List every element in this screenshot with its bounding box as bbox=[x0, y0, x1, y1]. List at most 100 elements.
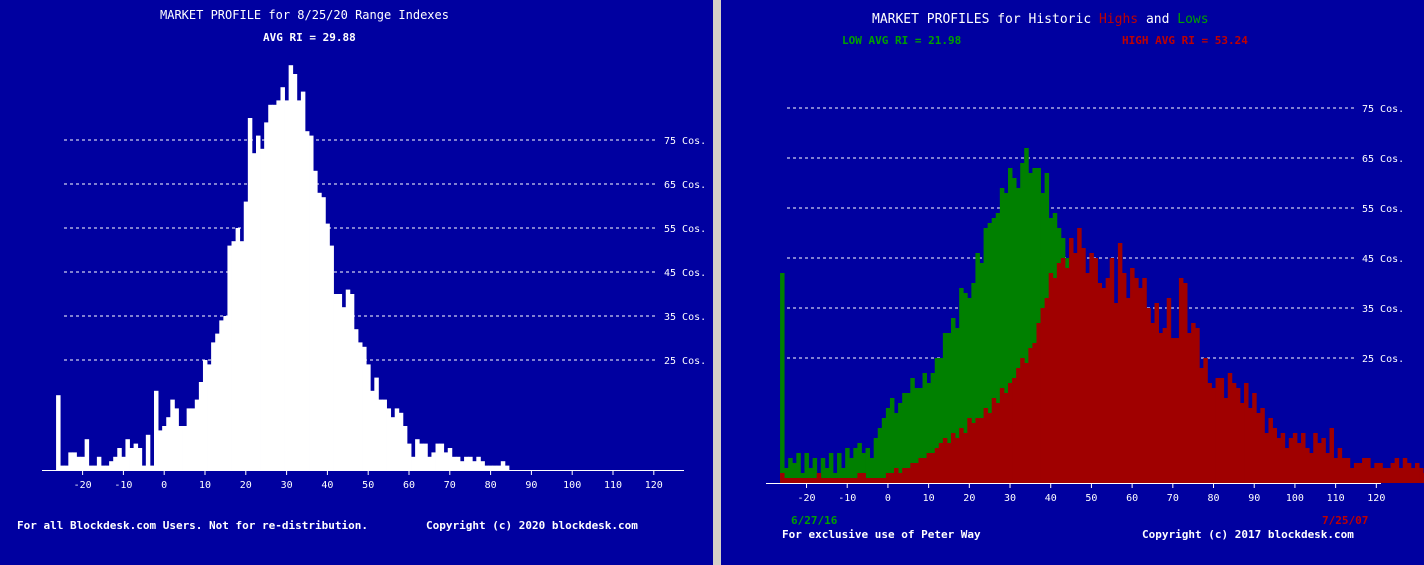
bar-series0-49 bbox=[256, 135, 261, 470]
bar-highs-52 bbox=[991, 398, 997, 483]
bar-series0-29 bbox=[174, 408, 179, 470]
bar-highs-10 bbox=[820, 478, 826, 483]
bar-series0-104 bbox=[480, 461, 485, 470]
bar-series0-84 bbox=[398, 412, 404, 470]
bar-series0-96 bbox=[447, 448, 453, 470]
bar-highs-99 bbox=[1183, 283, 1188, 483]
bar-series0-60 bbox=[300, 91, 306, 470]
bar-highs-145 bbox=[1370, 468, 1375, 483]
bar-highs-127 bbox=[1296, 443, 1302, 483]
bar-lows-27 bbox=[889, 398, 895, 483]
bar-highs-54 bbox=[999, 388, 1005, 483]
bar-highs-130 bbox=[1309, 453, 1314, 483]
bar-highs-55 bbox=[1003, 393, 1009, 483]
low-date-label: 6/27/16 bbox=[791, 514, 838, 527]
bar-highs-157 bbox=[1419, 468, 1424, 483]
bar-series0-70 bbox=[341, 307, 347, 470]
y-tick-label-35: 35 Cos. bbox=[1362, 304, 1404, 315]
y-tick-label-45: 45 Cos. bbox=[1362, 254, 1404, 265]
bar-highs-133 bbox=[1321, 438, 1326, 483]
bar-highs-101 bbox=[1191, 323, 1196, 483]
bar-highs-142 bbox=[1358, 463, 1363, 483]
bar-series0-89 bbox=[419, 443, 424, 470]
bar-series0-82 bbox=[390, 417, 396, 470]
bar-highs-151 bbox=[1394, 458, 1400, 483]
bar-series0-26 bbox=[162, 426, 167, 470]
bar-series0-45 bbox=[239, 241, 245, 470]
bar-highs-148 bbox=[1382, 468, 1387, 483]
bar-highs-113 bbox=[1239, 403, 1245, 483]
y-tick-label-65: 65 Cos. bbox=[664, 180, 706, 191]
bar-highs-38 bbox=[934, 448, 940, 483]
bar-lows-16 bbox=[845, 448, 850, 483]
bar-highs-36 bbox=[926, 453, 932, 483]
bar-highs-11 bbox=[824, 478, 830, 483]
x-tick-label-120: 120 bbox=[645, 480, 663, 491]
bar-highs-70 bbox=[1064, 268, 1070, 483]
right-footer-notice: For exclusive use of Peter Way bbox=[782, 528, 981, 541]
bar-series0-83 bbox=[394, 408, 400, 470]
bar-series0-105 bbox=[484, 465, 489, 470]
bar-series0-72 bbox=[349, 294, 355, 470]
y-tick-label-75: 75 Cos. bbox=[664, 136, 706, 147]
bar-highs-75 bbox=[1085, 273, 1090, 483]
bar-series0-20 bbox=[137, 448, 143, 470]
bar-series0-11 bbox=[100, 465, 106, 470]
bar-highs-25 bbox=[881, 478, 887, 483]
bar-highs-66 bbox=[1048, 273, 1054, 483]
x-tick-label-50: 50 bbox=[362, 480, 374, 491]
bar-series0-81 bbox=[386, 408, 392, 470]
bar-highs-112 bbox=[1235, 388, 1241, 483]
y-tick-label-65: 65 Cos. bbox=[1362, 154, 1404, 165]
bar-highs-27 bbox=[889, 473, 895, 483]
bar-highs-62 bbox=[1032, 343, 1037, 483]
x-tick-label-40: 40 bbox=[1045, 493, 1057, 504]
bar-series0-8 bbox=[88, 465, 94, 470]
bar-lows-29 bbox=[898, 403, 903, 483]
x-tick-label-60: 60 bbox=[1126, 493, 1138, 504]
bar-highs-40 bbox=[942, 438, 948, 483]
bar-highs-14 bbox=[837, 478, 842, 483]
right-histogram: 25 Cos. 35 Cos. 45 Cos. 55 Cos. 65 Cos. 75 Co… bbox=[766, 104, 1424, 504]
bar-highs-84 bbox=[1121, 273, 1127, 483]
bar-series0-66 bbox=[325, 223, 330, 470]
bar-highs-102 bbox=[1195, 328, 1200, 483]
bar-series0-38 bbox=[211, 342, 216, 470]
bar-highs-91 bbox=[1150, 323, 1155, 483]
bar-highs-53 bbox=[995, 403, 1001, 483]
bar-highs-114 bbox=[1244, 383, 1249, 483]
bar-series0-67 bbox=[329, 245, 334, 470]
bar-highs-50 bbox=[983, 408, 989, 483]
left-histogram: 25 Cos. 35 Cos. 45 Cos. 55 Cos. 65 Cos. 75 Co… bbox=[42, 65, 706, 491]
bar-series0-41 bbox=[223, 316, 228, 470]
bar-highs-44 bbox=[959, 428, 964, 483]
bar-highs-48 bbox=[975, 418, 980, 483]
x-tick-label-80: 80 bbox=[485, 480, 497, 491]
bar-highs-18 bbox=[853, 478, 858, 483]
bar-highs-80 bbox=[1105, 278, 1111, 483]
bar-highs-93 bbox=[1158, 333, 1164, 483]
bar-series0-78 bbox=[374, 377, 379, 470]
bar-highs-150 bbox=[1390, 463, 1396, 483]
bar-highs-8 bbox=[812, 478, 818, 483]
x-tick-label--20: -20 bbox=[797, 493, 815, 504]
bar-highs-126 bbox=[1292, 433, 1298, 483]
y-tick-label-55: 55 Cos. bbox=[664, 224, 706, 235]
bar-highs-87 bbox=[1134, 278, 1139, 483]
bar-highs-5 bbox=[800, 478, 805, 483]
x-tick-label-20: 20 bbox=[963, 493, 975, 504]
bar-highs-98 bbox=[1178, 278, 1184, 483]
bar-series0-59 bbox=[296, 100, 302, 471]
bar-series0-14 bbox=[113, 456, 118, 470]
bar-highs-105 bbox=[1207, 383, 1212, 483]
bar-series0-55 bbox=[280, 87, 285, 470]
left-chart-panel: MARKET PROFILE for 8/25/20 Range Indexes… bbox=[0, 0, 713, 565]
bar-series0-18 bbox=[129, 448, 134, 470]
bar-series0-65 bbox=[321, 197, 326, 470]
bar-series0-25 bbox=[158, 430, 163, 470]
bar-highs-143 bbox=[1362, 458, 1367, 483]
bar-series0-0 bbox=[56, 395, 61, 470]
right-chart-panel: MARKET PROFILES for Historic Highs and L… bbox=[721, 0, 1424, 565]
bar-highs-67 bbox=[1052, 278, 1058, 483]
bar-highs-65 bbox=[1044, 298, 1050, 483]
